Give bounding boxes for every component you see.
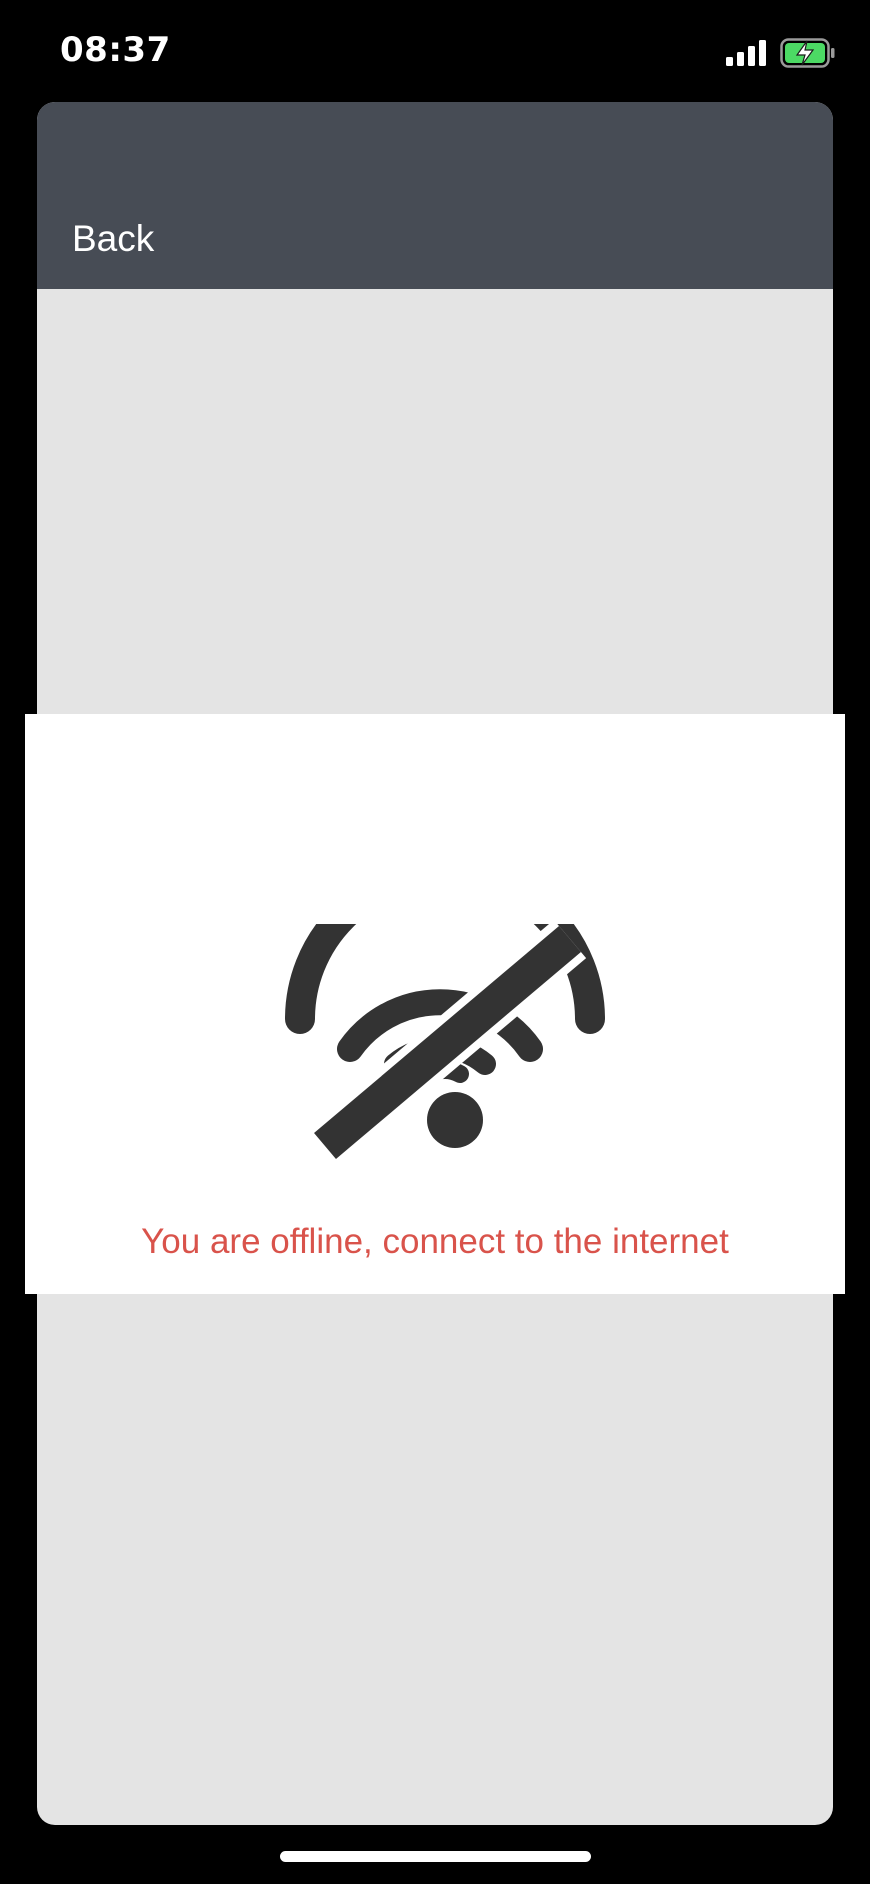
status-time: 08:37 bbox=[60, 30, 171, 70]
back-button[interactable]: Back bbox=[72, 218, 154, 260]
wifi-off-icon bbox=[285, 924, 605, 1164]
offline-panel: You are offline, connect to the internet bbox=[25, 714, 845, 1294]
battery-charging-icon bbox=[780, 38, 835, 68]
offline-message: You are offline, connect to the internet bbox=[141, 1222, 729, 1261]
home-indicator[interactable] bbox=[280, 1851, 591, 1862]
status-bar: 08:37 bbox=[0, 0, 870, 100]
cellular-signal-icon bbox=[726, 40, 766, 66]
nav-header: Back bbox=[37, 102, 833, 289]
